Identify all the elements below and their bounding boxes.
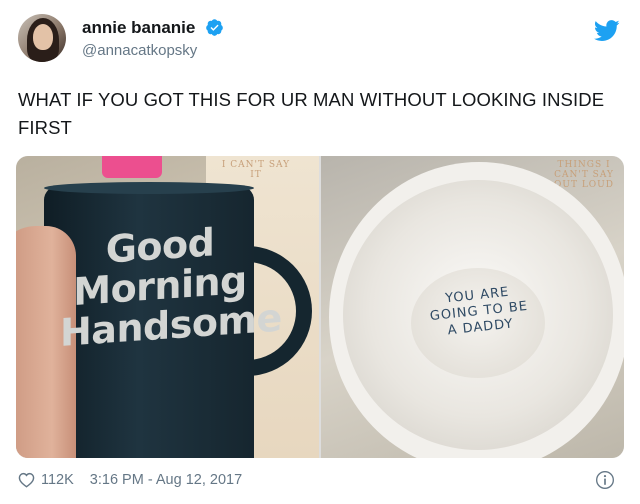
tweet-card: annie bananie @annacatkopsky WHAT IF YOU…: [0, 0, 640, 504]
timestamp[interactable]: 3:16 PM - Aug 12, 2017: [90, 472, 242, 488]
photo-mug-inside[interactable]: THINGS I CAN'T SAY OUT LOUD YOU ARE GOIN…: [321, 156, 624, 458]
like-count[interactable]: 112K: [41, 472, 74, 488]
mug-print: Good Morning Handsome: [60, 219, 282, 355]
twitter-bird-icon[interactable]: [594, 20, 620, 42]
tweet-media[interactable]: I CAN'T SAY IT Good Morning Handsome THI…: [16, 156, 624, 458]
mug-rim: [44, 182, 254, 194]
avatar[interactable]: [18, 14, 66, 62]
heart-icon[interactable]: [18, 472, 35, 488]
user-handle[interactable]: @annacatkopsky: [82, 42, 197, 59]
pink-object: [102, 156, 162, 178]
avatar-face: [33, 24, 53, 50]
background-card-text: I CAN'T SAY IT: [221, 160, 291, 180]
tweet-footer: 112K 3:16 PM - Aug 12, 2017: [18, 470, 242, 490]
photo-mug-outside[interactable]: I CAN'T SAY IT Good Morning Handsome: [16, 156, 319, 458]
tweet-text: WHAT IF YOU GOT THIS FOR UR MAN WITHOUT …: [18, 89, 605, 138]
info-icon[interactable]: [595, 470, 615, 490]
display-name[interactable]: annie bananie: [82, 18, 195, 38]
verified-badge-icon: [206, 19, 223, 36]
